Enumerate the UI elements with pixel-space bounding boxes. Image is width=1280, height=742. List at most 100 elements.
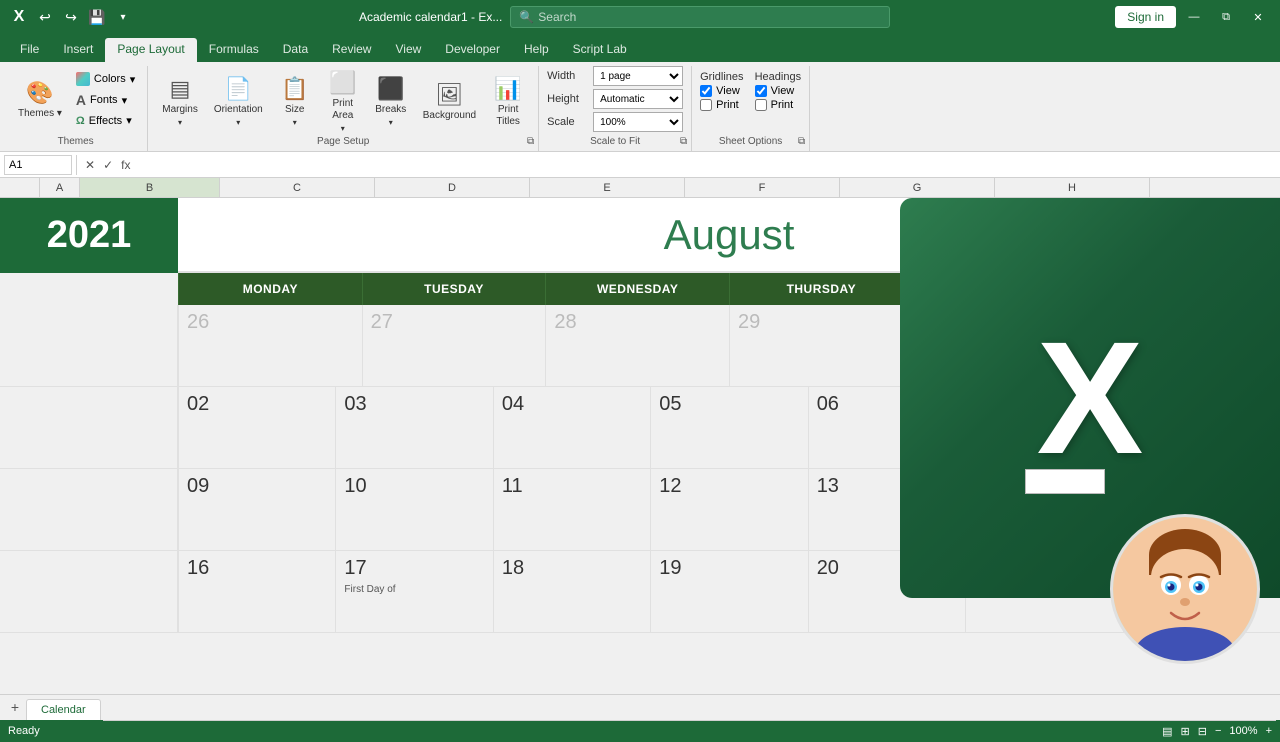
headings-view-checkbox[interactable] [755, 85, 767, 97]
col-header-g[interactable]: G [840, 178, 995, 197]
gridlines-view-checkbox[interactable] [700, 85, 712, 97]
gridlines-print-row: Print [700, 99, 746, 111]
cal-cell-26[interactable]: 26 [178, 305, 362, 386]
width-row: Width 1 page Automatic [547, 66, 683, 86]
view-layout-icon[interactable]: ⊞ [1181, 725, 1190, 738]
background-button[interactable]: 🖼 Background [417, 78, 482, 126]
tab-view[interactable]: View [383, 38, 433, 62]
tab-file[interactable]: File [8, 38, 51, 62]
breaks-button[interactable]: ⬛ Breaks ▾ [369, 72, 413, 131]
gridlines-print-checkbox[interactable] [700, 99, 712, 111]
size-button[interactable]: 📋 Size ▾ [273, 72, 317, 131]
headings-print-checkbox[interactable] [755, 99, 767, 111]
gridlines-header: Gridlines [700, 71, 746, 83]
print-titles-label: PrintTitles [496, 104, 520, 128]
cal-cell-18[interactable]: 18 [493, 551, 650, 632]
redo-button[interactable]: ↪ [60, 6, 82, 28]
sheet-options-expand[interactable]: ⧉ [798, 136, 805, 147]
col-header-c[interactable]: C [220, 178, 375, 197]
tab-developer[interactable]: Developer [433, 38, 512, 62]
close-button[interactable]: ✕ [1244, 6, 1272, 28]
background-label: Background [423, 110, 476, 122]
view-normal-icon[interactable]: ▤ [1162, 725, 1172, 738]
add-sheet-button[interactable]: + [4, 696, 26, 718]
size-icon: 📋 [281, 76, 308, 102]
year-cell[interactable]: 2021 [0, 198, 178, 273]
width-select[interactable]: 1 page Automatic [593, 66, 683, 86]
zoom-out-icon[interactable]: − [1215, 725, 1221, 737]
sign-in-button[interactable]: Sign in [1115, 6, 1176, 28]
page-setup-expand[interactable]: ⧉ [527, 136, 534, 147]
orientation-button[interactable]: 📄 Orientation ▾ [208, 72, 269, 131]
cal-cell-16[interactable]: 16 [178, 551, 335, 632]
minimize-button[interactable]: — [1180, 6, 1208, 28]
small-rectangle[interactable] [1025, 469, 1105, 494]
colors-button[interactable]: Colors ▾ [72, 70, 139, 88]
cal-cell-02[interactable]: 02 [178, 387, 335, 468]
tab-insert[interactable]: Insert [51, 38, 105, 62]
effects-button[interactable]: Ω Effects ▾ [72, 112, 139, 129]
zoom-in-icon[interactable]: + [1266, 725, 1272, 737]
ribbon-group-scale: Width 1 page Automatic Height Automatic … [539, 66, 692, 151]
col-header-e[interactable]: E [530, 178, 685, 197]
col-header-a[interactable]: A [40, 178, 80, 197]
col-header-b[interactable]: B [80, 178, 220, 197]
more-commands-button[interactable]: ▾ [112, 6, 134, 28]
scale-row: Scale 100% 75% 50% [547, 112, 683, 132]
search-box[interactable]: 🔍 [510, 6, 890, 28]
undo-button[interactable]: ↩ [34, 6, 56, 28]
sheet-tab-calendar[interactable]: Calendar [26, 699, 101, 720]
height-select[interactable]: Automatic 1 page [593, 89, 683, 109]
themes-button[interactable]: 🎨 Themes ▾ [12, 76, 68, 124]
name-box[interactable] [4, 155, 72, 175]
cal-cell-27[interactable]: 27 [362, 305, 546, 386]
print-titles-icon: 📊 [494, 76, 521, 102]
cal-cell-04[interactable]: 04 [493, 387, 650, 468]
formula-input[interactable] [134, 158, 1276, 172]
cal-cell-28[interactable]: 28 [545, 305, 729, 386]
cal-cell-29[interactable]: 29 [729, 305, 913, 386]
cal-cell-03[interactable]: 03 [335, 387, 492, 468]
cal-cell-09[interactable]: 09 [178, 469, 335, 550]
tab-script-lab[interactable]: Script Lab [561, 38, 639, 62]
col-header-h[interactable]: H [995, 178, 1150, 197]
headings-header: Headings [755, 71, 801, 83]
tab-page-layout[interactable]: Page Layout [105, 38, 196, 62]
save-button[interactable]: 💾 [86, 6, 108, 28]
headings-view-label: View [771, 85, 795, 97]
zoom-level: 100% [1229, 725, 1257, 737]
scale-expand[interactable]: ⧉ [680, 136, 687, 147]
window-title: Academic calendar1 - Ex... [359, 10, 502, 24]
tab-data[interactable]: Data [271, 38, 320, 62]
fonts-icon: A [76, 92, 86, 108]
tab-review[interactable]: Review [320, 38, 383, 62]
cal-cell-17[interactable]: 17First Day of [335, 551, 492, 632]
margins-button[interactable]: ▤ Margins ▾ [156, 72, 204, 131]
search-input[interactable] [538, 10, 881, 24]
cal-cell-12[interactable]: 12 [650, 469, 807, 550]
sheet-container: A B C D E F G H 2021 August MONDAY TUESD… [0, 178, 1280, 694]
print-area-button[interactable]: ⬜ PrintArea ▾ [321, 66, 365, 137]
effects-icon: Ω [76, 115, 85, 127]
view-page-break-icon[interactable]: ⊟ [1198, 725, 1207, 738]
cal-cell-11[interactable]: 11 [493, 469, 650, 550]
col-header-d[interactable]: D [375, 178, 530, 197]
tab-help[interactable]: Help [512, 38, 561, 62]
breaks-label: Breaks [375, 104, 406, 116]
restore-button[interactable]: ⧉ [1212, 6, 1240, 28]
cal-cell-19[interactable]: 19 [650, 551, 807, 632]
confirm-formula-icon[interactable]: ✓ [99, 158, 117, 172]
search-icon: 🔍 [519, 10, 534, 24]
avatar-overlay [1110, 514, 1260, 664]
cal-cell-10[interactable]: 10 [335, 469, 492, 550]
col-header-f[interactable]: F [685, 178, 840, 197]
note-17: First Day of [344, 584, 484, 595]
insert-function-icon[interactable]: fx [117, 158, 134, 172]
scale-select[interactable]: 100% 75% 50% [593, 112, 683, 132]
tab-formulas[interactable]: Formulas [197, 38, 271, 62]
cal-cell-05[interactable]: 05 [650, 387, 807, 468]
fonts-button[interactable]: A Fonts ▾ [72, 90, 139, 110]
cancel-formula-icon[interactable]: ✕ [81, 158, 99, 172]
effects-chevron: ▾ [126, 114, 132, 127]
print-titles-button[interactable]: 📊 PrintTitles [486, 72, 530, 132]
